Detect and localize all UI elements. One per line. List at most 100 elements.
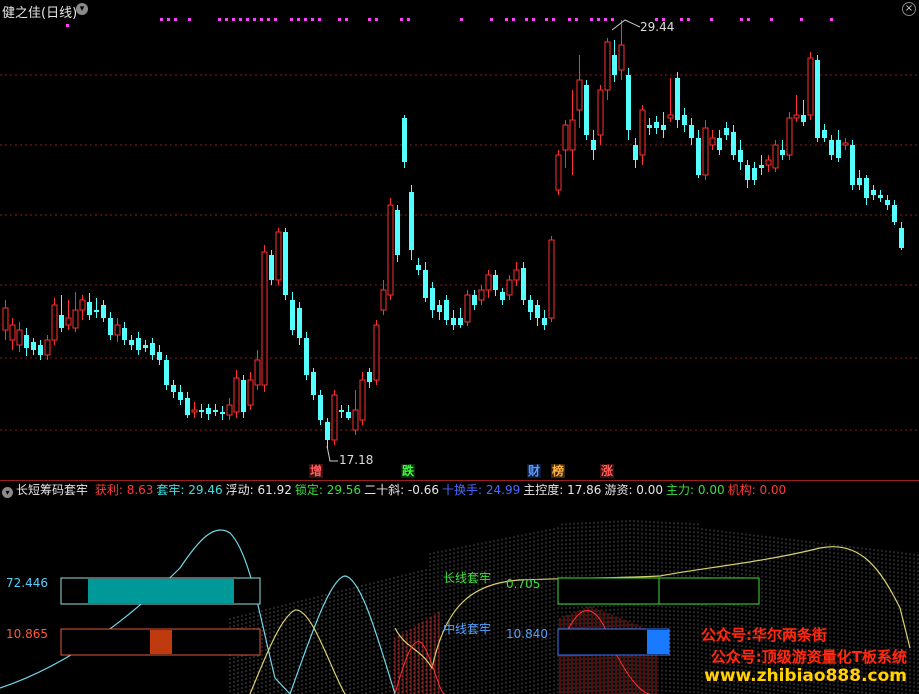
candle-body — [380, 289, 387, 311]
candle-body — [807, 57, 814, 116]
event-marker-finance[interactable]: 财 — [527, 464, 542, 478]
top-dot — [460, 18, 463, 21]
candle-down — [878, 190, 883, 202]
candle-up — [359, 372, 366, 425]
candle-body — [528, 300, 533, 312]
candle-body — [899, 228, 904, 248]
indicator-item-7: 游资: 0.00 — [604, 483, 664, 497]
top-dot — [246, 18, 249, 21]
chart-title: 健之佳(日线) — [2, 6, 78, 21]
candle-body — [318, 395, 323, 420]
candle-down — [143, 340, 148, 352]
candle-down — [94, 298, 99, 318]
candle-body — [51, 304, 58, 341]
candle-down — [451, 310, 456, 330]
candle-down — [122, 322, 127, 345]
candle-up — [331, 390, 338, 445]
candle-up — [464, 290, 471, 326]
candle-body — [786, 117, 793, 156]
indicator-header: ▾ 长短筹码套牢 获利: 8.63 套牢: 29.46 浮动: 61.92 锁定: 29… — [0, 480, 919, 499]
candle-body — [815, 60, 820, 138]
candle-body — [24, 335, 29, 348]
candle-body — [738, 150, 743, 162]
candle-up — [786, 112, 793, 160]
candle-body — [9, 324, 16, 341]
candle-up — [576, 55, 583, 128]
candle-body — [647, 125, 652, 128]
candle-body — [612, 55, 617, 75]
candle-body — [164, 360, 169, 385]
chevron-down-icon[interactable]: ▾ — [2, 487, 13, 498]
event-marker-fall[interactable]: 跌 — [401, 464, 416, 478]
candle-body — [542, 318, 547, 325]
candle-down — [164, 355, 169, 390]
candle-down — [780, 140, 785, 160]
event-marker-increase[interactable]: 增 — [309, 464, 324, 478]
candle-body — [654, 122, 659, 128]
low-arrow — [326, 445, 338, 462]
candle-up — [254, 350, 261, 390]
candle-body — [72, 309, 79, 329]
indicator-name: 长短筹码套牢 — [16, 483, 89, 497]
candle-body — [331, 394, 338, 441]
candle-body — [346, 412, 351, 418]
candle-down — [339, 405, 344, 418]
candle-body — [108, 318, 113, 335]
indicator-item-9: 机构: 0.00 — [727, 483, 787, 497]
candle-down — [731, 125, 736, 160]
candle-down — [185, 392, 190, 418]
candle-body — [275, 231, 282, 281]
candle-body — [689, 125, 694, 138]
candle-body — [311, 372, 316, 395]
candle-down — [696, 130, 701, 178]
top-dot — [525, 18, 528, 21]
candle-down — [283, 228, 288, 300]
candle-body — [548, 239, 555, 319]
candle-down — [857, 170, 862, 190]
top-dot — [167, 18, 170, 21]
candle-body — [220, 412, 225, 414]
high-price-label: 29.44 — [640, 20, 675, 34]
top-dot — [611, 18, 614, 21]
candle-body — [373, 324, 380, 381]
top-dot — [604, 18, 607, 21]
candle-body — [836, 140, 841, 158]
top-dot — [253, 18, 256, 21]
candle-body — [885, 200, 890, 205]
candle-up — [604, 38, 611, 100]
candle-body — [604, 41, 611, 91]
close-icon[interactable]: × — [902, 2, 916, 16]
candle-down — [178, 385, 183, 405]
chevron-down-icon[interactable]: ▾ — [76, 3, 88, 15]
candle-body — [675, 78, 680, 120]
candle-down — [759, 155, 764, 175]
candle-body — [801, 115, 806, 122]
top-dot — [297, 18, 300, 21]
candle-body — [709, 137, 716, 146]
candle-down — [437, 300, 442, 320]
mid-trapped-bar-left — [150, 630, 172, 654]
candle-body — [437, 305, 442, 312]
candle-down — [591, 130, 596, 160]
candle-down — [241, 375, 246, 418]
event-marker-rise[interactable]: 涨 — [600, 464, 615, 478]
indicator-item-8: 主力: 0.00 — [666, 483, 725, 497]
candle-down — [318, 390, 323, 425]
candle-body — [136, 338, 141, 350]
candle-body — [31, 342, 36, 350]
candle-down — [136, 332, 141, 355]
candle-body — [569, 119, 576, 151]
candle-down — [612, 40, 617, 82]
candle-body — [780, 150, 785, 155]
candle-body — [464, 294, 471, 323]
candle-body — [65, 317, 72, 326]
candle-body — [633, 145, 638, 160]
candle-up — [478, 285, 485, 305]
indicator-item-0: 获利: 8.63 — [94, 483, 154, 497]
candle-body — [842, 142, 849, 146]
top-dot — [680, 18, 683, 21]
candle-down — [661, 112, 666, 138]
event-marker-rank[interactable]: 榜 — [551, 464, 566, 478]
candle-up — [667, 78, 674, 122]
top-dot — [66, 24, 69, 27]
